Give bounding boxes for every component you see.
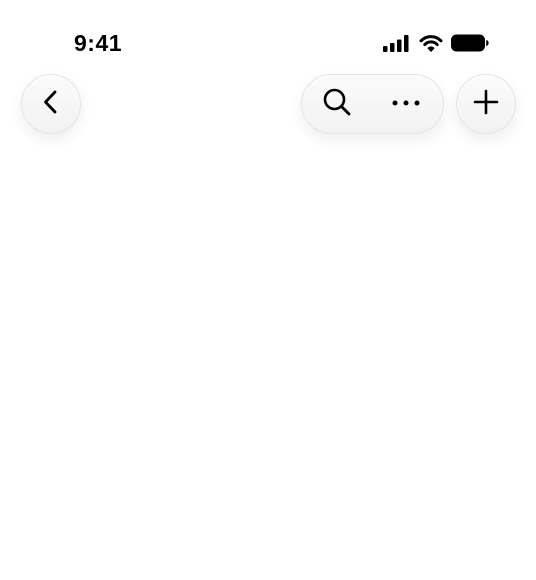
cellular-signal-icon bbox=[383, 34, 410, 52]
plus-icon bbox=[472, 88, 500, 121]
add-button[interactable] bbox=[456, 74, 516, 134]
status-icons bbox=[383, 33, 489, 53]
back-button[interactable] bbox=[21, 74, 81, 134]
chevron-left-icon bbox=[36, 87, 66, 122]
search-button[interactable] bbox=[320, 87, 354, 121]
more-horizontal-icon bbox=[391, 95, 421, 113]
status-time: 9:41 bbox=[74, 30, 123, 56]
status-bar: 9:41 bbox=[0, 0, 536, 70]
search-icon bbox=[321, 86, 353, 123]
battery-icon bbox=[451, 34, 489, 52]
toolbar-actions bbox=[301, 74, 444, 134]
wifi-icon bbox=[419, 34, 443, 52]
more-button[interactable] bbox=[389, 87, 423, 121]
